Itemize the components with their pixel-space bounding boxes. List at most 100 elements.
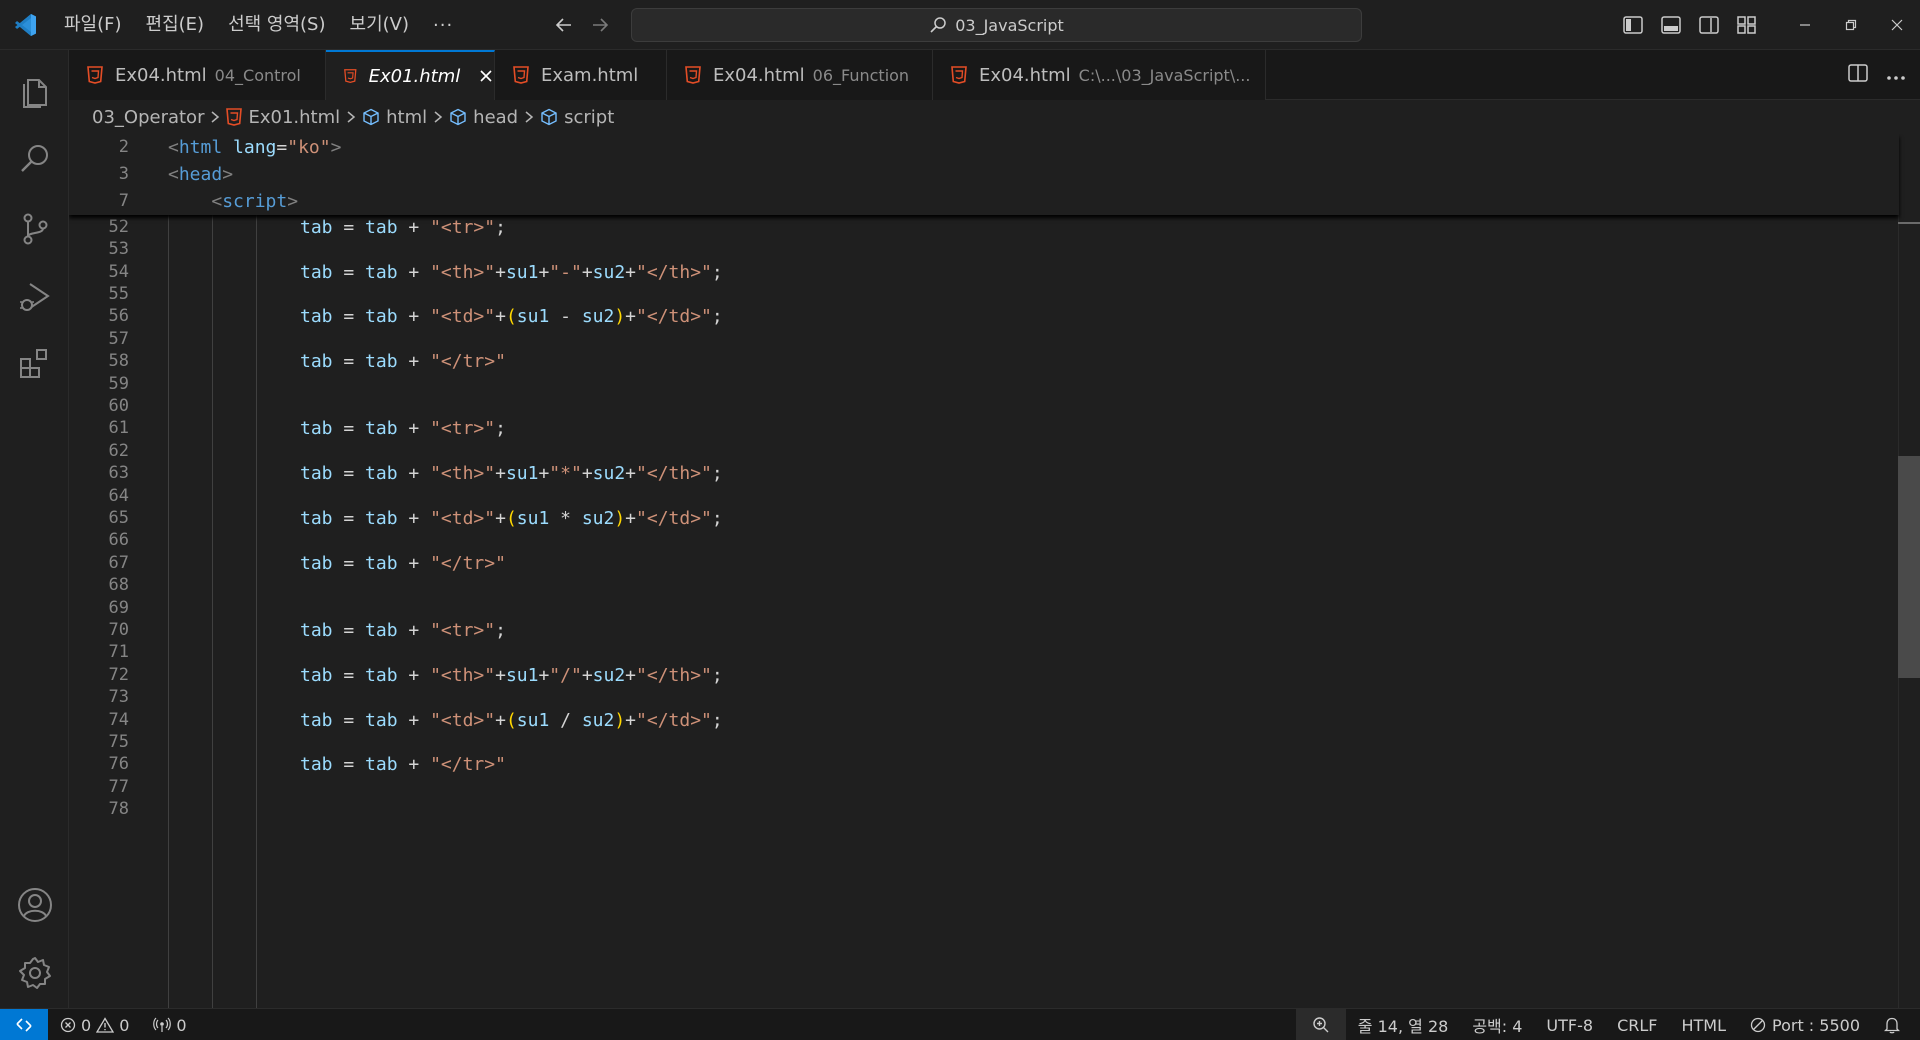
code-token: "</tr>": [430, 552, 506, 574]
code-editor[interactable]: 505152tab = tab + "<tr>";5354tab = tab +…: [69, 134, 1920, 1008]
source-control-button[interactable]: [0, 196, 69, 262]
source-control-icon: [23, 213, 47, 245]
code-token: tab: [365, 664, 398, 686]
customize-layout-button[interactable]: [1728, 0, 1766, 50]
tab-ex04-control[interactable]: Ex04.html 04_Control: [69, 50, 326, 100]
code-token: *: [549, 508, 582, 529]
warning-icon: [96, 1017, 115, 1033]
code-line[interactable]: 78: [69, 796, 1920, 824]
code-token: =: [332, 508, 366, 529]
toggle-primary-sidebar-button[interactable]: [1614, 0, 1652, 50]
code-token: su2: [592, 664, 626, 686]
status-left: 0 0 0: [60, 1009, 187, 1040]
code-token: lang: [233, 137, 277, 158]
search-view-button[interactable]: [0, 126, 69, 192]
code-token: tab: [300, 709, 333, 731]
tab-description: C:\...\03_JavaScript\...: [1078, 65, 1251, 85]
layout-icon: [1737, 16, 1756, 34]
accounts-button[interactable]: [0, 872, 69, 938]
menu-file[interactable]: 파일(F): [52, 0, 134, 50]
encoding-button[interactable]: UTF-8: [1534, 1009, 1605, 1040]
code-line[interactable]: 2 <html lang="ko">: [69, 134, 1899, 161]
code-token: tab: [300, 754, 333, 776]
breadcrumb-folder[interactable]: 03_Operator: [92, 107, 204, 128]
code-token: =: [332, 709, 366, 731]
code-line[interactable]: 3 <head>: [69, 161, 1899, 188]
tab-exam[interactable]: Exam.html: [495, 50, 667, 100]
zoom-button[interactable]: [1295, 1009, 1346, 1040]
code-token: ;: [711, 664, 723, 686]
notifications-button[interactable]: [1872, 1009, 1920, 1040]
tab-name: Ex04.html: [713, 64, 805, 86]
code-token: =: [332, 216, 366, 238]
code-token: +: [581, 463, 593, 485]
tab-ex01-active[interactable]: Ex01.html: [326, 50, 495, 100]
toggle-secondary-sidebar-button[interactable]: [1690, 0, 1728, 50]
code-token: "</tr>": [430, 351, 506, 373]
extensions-button[interactable]: [0, 330, 69, 396]
code-token: tab: [365, 620, 398, 641]
back-button[interactable]: [551, 12, 577, 38]
restore-button[interactable]: [1828, 0, 1874, 50]
language-mode-button[interactable]: HTML: [1669, 1009, 1738, 1040]
code-token: <: [168, 164, 179, 185]
tab-close-button[interactable]: [478, 66, 494, 86]
toggle-panel-button[interactable]: [1652, 0, 1690, 50]
indentation-button[interactable]: 공백: 4: [1460, 1009, 1534, 1040]
command-center[interactable]: 03_JavaScript: [631, 8, 1362, 42]
code-token: +: [397, 261, 431, 283]
close-window-button[interactable]: [1874, 0, 1920, 50]
vertical-scrollbar[interactable]: [1898, 134, 1920, 1008]
code-token: tab: [365, 552, 398, 574]
search-icon: [20, 145, 48, 172]
breadcrumb-file[interactable]: Ex01.html: [226, 107, 340, 128]
code-token: +: [495, 261, 506, 283]
code-token: +: [397, 709, 431, 731]
explorer-button[interactable]: [0, 58, 69, 124]
code-token: su2: [581, 306, 615, 328]
cube-icon: [540, 108, 558, 126]
manage-button[interactable]: [0, 940, 69, 1006]
code-token: +: [397, 463, 431, 485]
ports-button[interactable]: 0: [153, 1016, 187, 1035]
port-label: Port : 5500: [1772, 1015, 1860, 1035]
code-token: tab: [365, 709, 398, 731]
extensions-icon: [19, 349, 47, 378]
forward-button[interactable]: [587, 12, 613, 38]
run-debug-button[interactable]: [0, 264, 69, 330]
code-token: =: [332, 351, 366, 373]
sticky-scroll[interactable]: 2 <html lang="ko"> 3 <head> 7 <script>: [69, 134, 1899, 215]
live-server-port-button[interactable]: Port : 5500: [1738, 1009, 1872, 1040]
menu-selection[interactable]: 선택 영역(S): [216, 0, 337, 50]
broadcast-icon: [153, 1017, 172, 1032]
breadcrumb-symbol-html[interactable]: html: [362, 107, 427, 128]
split-editor-button[interactable]: [1848, 64, 1868, 86]
code-token: +: [397, 664, 431, 686]
breadcrumb-symbol-head[interactable]: head: [449, 107, 518, 128]
remote-indicator-button[interactable]: [0, 1009, 48, 1040]
cursor-position-button[interactable]: 줄 14, 열 28: [1346, 1009, 1461, 1040]
menu-edit[interactable]: 편집(E): [134, 0, 217, 50]
vscode-logo-icon[interactable]: [12, 12, 38, 38]
code-token: +: [397, 418, 431, 440]
menu-more-button[interactable]: ···: [421, 15, 465, 36]
tab-ex04-javascript[interactable]: Ex04.html C:\...\03_JavaScript\...: [933, 50, 1266, 100]
code-token: ;: [711, 306, 723, 328]
more-actions-button[interactable]: [1886, 66, 1906, 85]
breadcrumb-symbol-script[interactable]: script: [540, 107, 614, 128]
eol-button[interactable]: CRLF: [1605, 1009, 1669, 1040]
scrollbar-thumb[interactable]: [1898, 456, 1920, 678]
restore-icon: [1845, 19, 1857, 31]
tab-ex04-function[interactable]: Ex04.html 06_Function: [667, 50, 933, 100]
code-token: =: [332, 664, 366, 686]
code-token: /: [549, 709, 582, 731]
code-token: =: [332, 552, 366, 574]
code-token: "ko": [287, 137, 331, 158]
problems-button[interactable]: 0 0: [60, 1016, 129, 1035]
minimize-button[interactable]: [1782, 0, 1828, 50]
code-token: tab: [365, 351, 398, 373]
menu-view[interactable]: 보기(V): [338, 0, 421, 50]
html-file-icon: [226, 108, 243, 126]
code-line[interactable]: 7 <script>: [69, 188, 1899, 215]
